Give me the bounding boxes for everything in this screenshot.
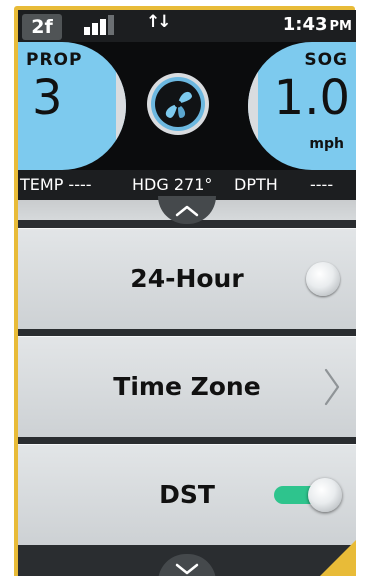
- clock-ampm: PM: [329, 19, 352, 34]
- propeller-button[interactable]: [146, 72, 210, 136]
- settings-list: 24-Hour Time Zone DST: [18, 196, 356, 576]
- status-bar: 2f ↑↓ 1:43 PM: [18, 10, 356, 42]
- device-screen: 2f ↑↓ 1:43 PM PROP 3 SOG 1.0 mph TEMP --…: [18, 10, 356, 576]
- sog-value: 1.0: [273, 70, 350, 126]
- prop-label: PROP: [26, 50, 83, 70]
- dst-toggle-knob[interactable]: [308, 478, 342, 512]
- temp-readout: TEMP ----: [20, 175, 92, 194]
- depth-value: ----: [310, 175, 334, 194]
- setting-row-24-hour[interactable]: 24-Hour: [18, 228, 356, 329]
- mode-badge[interactable]: 2f: [22, 14, 62, 40]
- sog-gauge: SOG 1.0 mph: [248, 42, 356, 170]
- prop-value: 3: [32, 70, 63, 126]
- chevron-up-icon: [175, 205, 199, 217]
- prop-gauge: PROP 3: [18, 42, 126, 170]
- clock-time: 1:43: [282, 14, 328, 35]
- scroll-down-button[interactable]: [158, 554, 216, 576]
- signal-icon: [84, 15, 124, 35]
- bezel-corner: [320, 540, 356, 576]
- sog-unit: mph: [309, 136, 344, 152]
- setting-label: Time Zone: [113, 372, 261, 401]
- clock: 1:43 PM: [283, 14, 352, 35]
- sog-label: SOG: [304, 50, 348, 70]
- setting-row-dst[interactable]: DST: [18, 444, 356, 545]
- gauge-panel: PROP 3 SOG 1.0 mph: [18, 42, 356, 170]
- chevron-down-icon: [175, 563, 199, 575]
- data-arrows-icon: ↑↓: [146, 12, 171, 32]
- setting-row-time-zone[interactable]: Time Zone: [18, 336, 356, 437]
- depth-label: DPTH: [234, 175, 278, 194]
- propeller-icon: [147, 73, 209, 135]
- chevron-right-icon: [324, 368, 340, 406]
- 24-hour-radio[interactable]: [306, 262, 340, 296]
